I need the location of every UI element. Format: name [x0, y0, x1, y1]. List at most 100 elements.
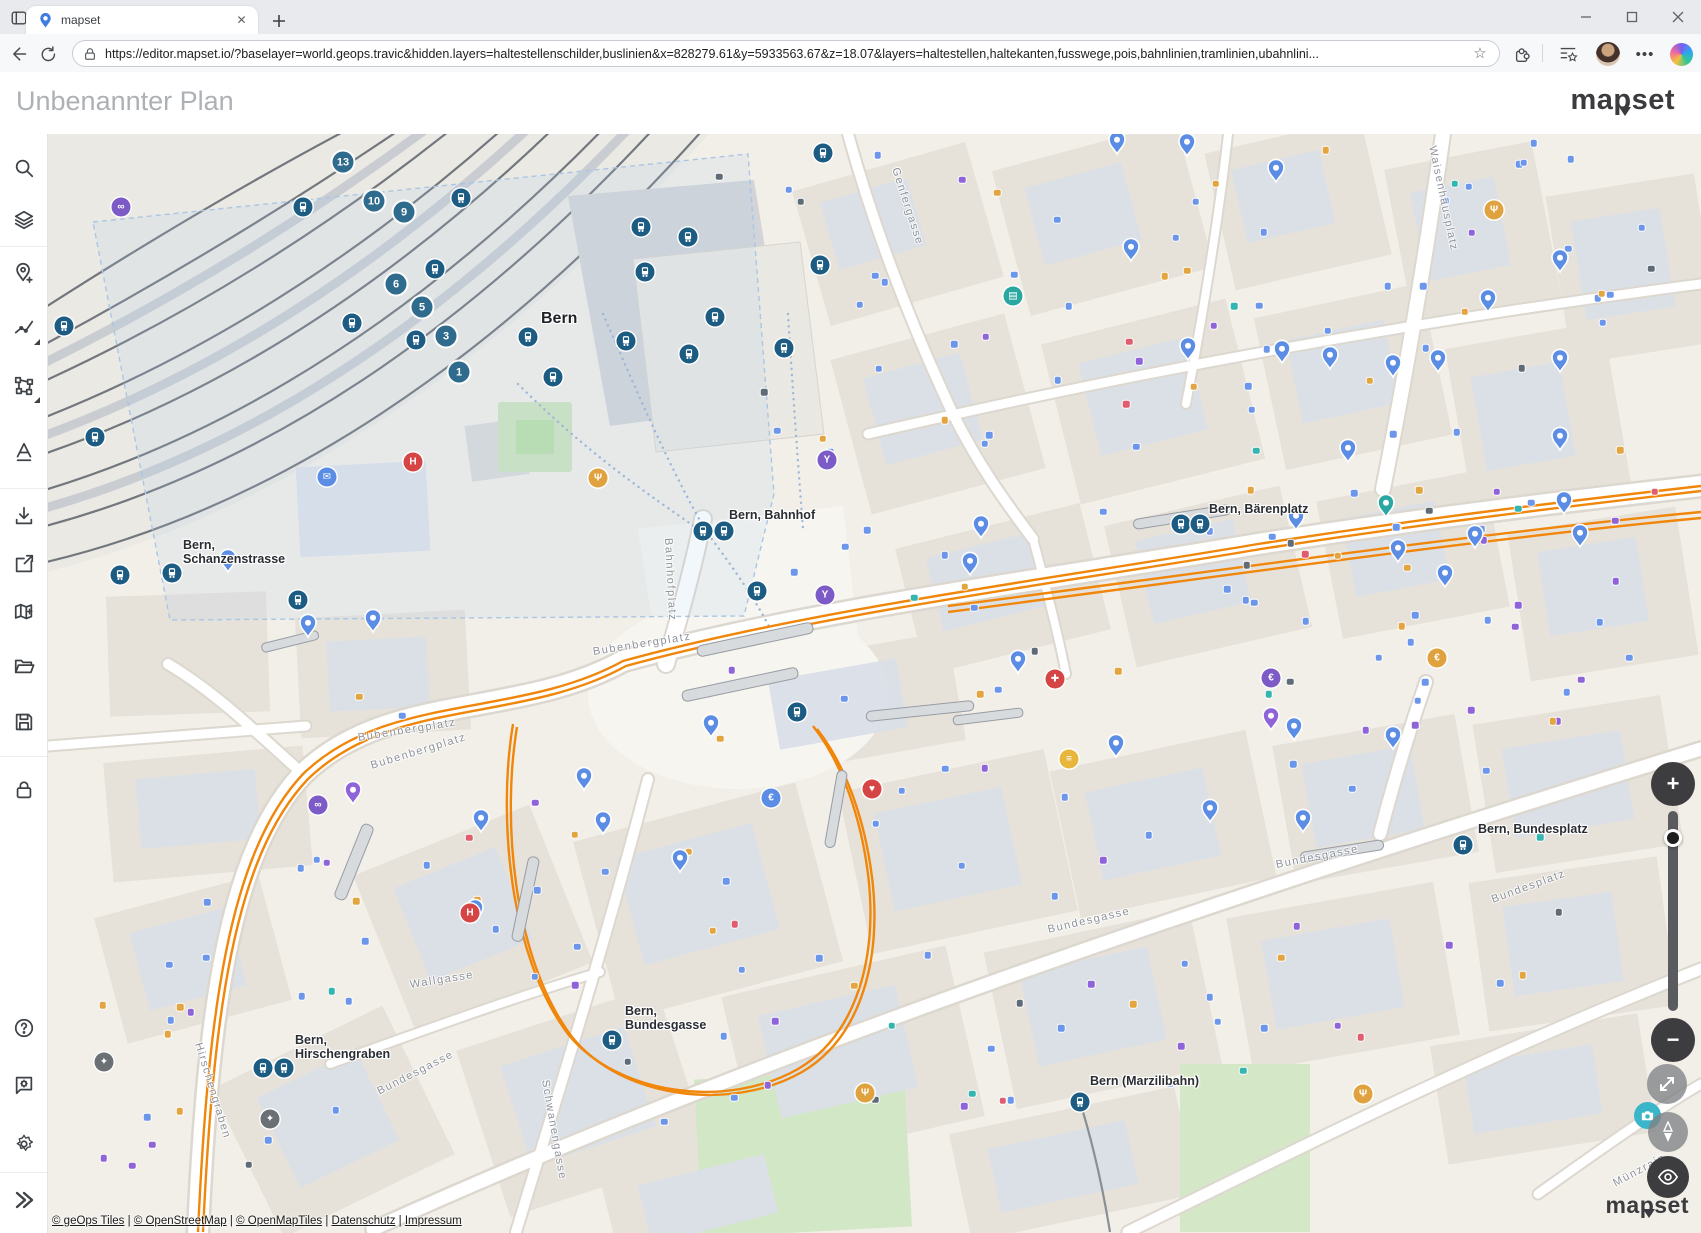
poi-badge[interactable]: H: [404, 453, 423, 472]
poi-pin[interactable]: [1177, 336, 1199, 362]
stop-number-badge[interactable]: 5: [412, 297, 433, 318]
poi-badge[interactable]: Ψ: [1485, 201, 1504, 220]
poi-badge[interactable]: €: [762, 789, 781, 808]
poi-badge[interactable]: €: [1262, 669, 1281, 688]
transit-stop-icon[interactable]: [1454, 836, 1473, 855]
zoom-slider[interactable]: [1668, 811, 1678, 1011]
transit-stop-icon[interactable]: [544, 368, 563, 387]
poi-pin[interactable]: [1427, 348, 1449, 374]
poi-pin[interactable]: [1176, 134, 1198, 158]
attribution-link-openmaptiles[interactable]: © OpenMapTiles: [236, 1215, 322, 1227]
zoom-out-button[interactable]: −: [1651, 1018, 1695, 1062]
poi-pin[interactable]: [959, 551, 981, 577]
zoom-in-button[interactable]: +: [1651, 762, 1695, 806]
poi-pin[interactable]: [342, 780, 364, 806]
transit-stop-icon[interactable]: [715, 522, 734, 541]
transit-stop-icon[interactable]: [86, 428, 105, 447]
transit-stop-icon[interactable]: [426, 260, 445, 279]
poi-pin[interactable]: [970, 514, 992, 540]
profile-avatar[interactable]: [1596, 42, 1620, 66]
new-plan-map-button[interactable]: [0, 590, 47, 634]
poi-badge[interactable]: ≡: [1060, 750, 1079, 769]
poi-pin[interactable]: [1387, 538, 1409, 564]
poi-badge[interactable]: ✦: [261, 1110, 280, 1129]
poi-pin[interactable]: [1265, 158, 1287, 184]
attribution-link-osm[interactable]: © OpenStreetMap: [134, 1215, 227, 1227]
attribution-link-datenschutz[interactable]: Datenschutz: [332, 1215, 396, 1227]
transit-stop-icon[interactable]: [163, 564, 182, 583]
compass-button[interactable]: [1648, 1112, 1688, 1152]
poi-badge[interactable]: ∞: [309, 796, 328, 815]
transit-stop-icon[interactable]: [694, 522, 713, 541]
poi-badge[interactable]: H: [461, 904, 480, 923]
poi-pin[interactable]: [470, 808, 492, 834]
poi-pin[interactable]: [1464, 524, 1486, 550]
poi-pin[interactable]: [1283, 716, 1305, 742]
transit-stop-icon[interactable]: [55, 317, 74, 336]
poi-pin[interactable]: [1337, 438, 1359, 464]
station-label[interactable]: Bern,Schanzenstrasse: [183, 538, 285, 566]
poi-badge[interactable]: ✚: [1046, 670, 1065, 689]
station-label[interactable]: Bern, Bärenplatz: [1209, 502, 1308, 516]
poi-pin[interactable]: [297, 613, 319, 639]
poi-pin[interactable]: [1549, 248, 1571, 274]
fit-extent-button[interactable]: [1647, 1064, 1687, 1104]
poi-pin[interactable]: [1319, 345, 1341, 371]
poi-pin[interactable]: [1549, 348, 1571, 374]
poi-pin[interactable]: [1477, 288, 1499, 314]
visibility-eye-button[interactable]: [1647, 1156, 1689, 1198]
transit-stop-icon[interactable]: [275, 1059, 294, 1078]
poi-badge[interactable]: Ψ: [589, 469, 608, 488]
stop-number-badge[interactable]: 10: [364, 191, 385, 212]
add-text-tool-button[interactable]: [0, 430, 47, 474]
transit-stop-icon[interactable]: [111, 566, 130, 585]
layers-tool-button[interactable]: [0, 198, 47, 242]
poi-pin[interactable]: [1106, 134, 1128, 156]
transit-stop-icon[interactable]: [706, 308, 725, 327]
transit-stop-icon[interactable]: [748, 582, 767, 601]
transit-stop-icon[interactable]: [811, 256, 830, 275]
poi-pin[interactable]: [1199, 798, 1221, 824]
save-button[interactable]: [0, 700, 47, 744]
poi-pin[interactable]: [1434, 563, 1456, 589]
copilot-icon[interactable]: [1669, 42, 1693, 66]
station-label[interactable]: Bern (Marzilibahn): [1090, 1074, 1199, 1088]
transit-stop-icon[interactable]: [775, 339, 794, 358]
draw-line-tool-button[interactable]: [0, 306, 47, 350]
browser-menu-icon[interactable]: •••: [1633, 42, 1657, 66]
transit-stop-icon[interactable]: [289, 591, 308, 610]
station-label[interactable]: Bern, Bundesplatz: [1478, 822, 1588, 836]
poi-pin[interactable]: [1549, 426, 1571, 452]
poi-pin[interactable]: [1105, 733, 1127, 759]
poi-badge[interactable]: Y: [816, 586, 835, 605]
poi-pin[interactable]: [1292, 808, 1314, 834]
open-plan-button[interactable]: [0, 644, 47, 688]
transit-stop-icon[interactable]: [679, 228, 698, 247]
stop-number-badge[interactable]: 9: [394, 202, 415, 223]
transit-stop-icon[interactable]: [1191, 515, 1210, 534]
url-bar[interactable]: https://editor.mapset.io/?baselayer=worl…: [72, 40, 1500, 67]
minimize-button[interactable]: [1563, 0, 1609, 34]
close-button[interactable]: [1655, 0, 1701, 34]
map-canvas[interactable]: GenfergasseWaisenhausplatzBahnhofplatzBu…: [48, 134, 1701, 1233]
poi-badge[interactable]: ▤: [1004, 287, 1023, 306]
poi-pin[interactable]: [1375, 493, 1397, 519]
poi-badge[interactable]: ✦: [95, 1053, 114, 1072]
transit-stop-icon[interactable]: [1071, 1093, 1090, 1112]
transit-stop-icon[interactable]: [632, 218, 651, 237]
edit-nodes-tool-button[interactable]: [0, 364, 47, 408]
stop-number-badge[interactable]: 13: [333, 152, 354, 173]
poi-pin[interactable]: [1553, 490, 1575, 516]
poi-pin[interactable]: [1569, 523, 1591, 549]
station-label[interactable]: Bern,Hirschengraben: [295, 1033, 390, 1061]
attribution-link-geops[interactable]: © geOps Tiles: [52, 1215, 124, 1227]
poi-pin[interactable]: [669, 848, 691, 874]
poi-pin[interactable]: [362, 608, 384, 634]
share-export-button[interactable]: [0, 542, 47, 586]
transit-stop-icon[interactable]: [617, 332, 636, 351]
transit-stop-icon[interactable]: [636, 263, 655, 282]
station-label[interactable]: Bern, Bahnhof: [729, 508, 815, 522]
feedback-bug-button[interactable]: [0, 1063, 47, 1107]
zoom-slider-knob[interactable]: [1664, 829, 1682, 847]
poi-pin[interactable]: [592, 810, 614, 836]
